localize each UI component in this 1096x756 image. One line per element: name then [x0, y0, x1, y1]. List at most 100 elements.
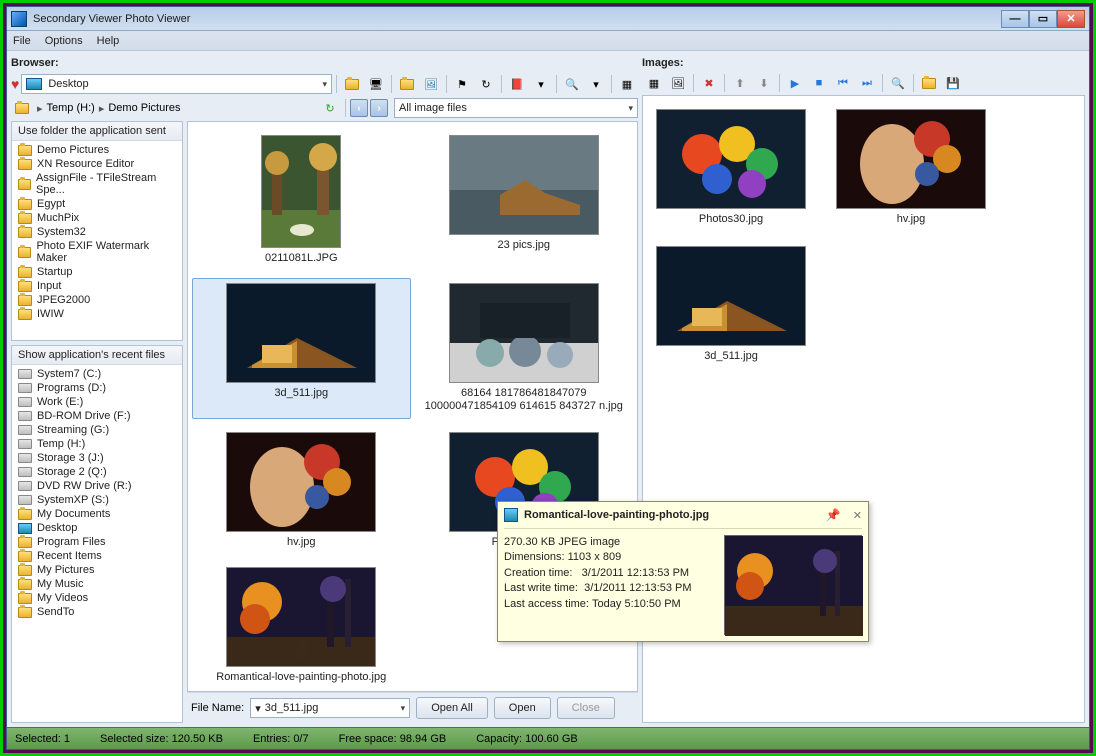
folder-item[interactable]: Input — [12, 279, 182, 293]
thumbnail-label: 68164 181786481847079 100000471854109 61… — [424, 387, 624, 413]
menu-options[interactable]: Options — [45, 35, 83, 47]
move-down-icon[interactable]: ⬇ — [753, 72, 775, 94]
recent-item[interactable]: My Pictures — [12, 563, 182, 577]
refresh-dark-icon[interactable]: ↻ — [475, 73, 497, 95]
nav-back-button[interactable]: ‹ — [350, 99, 368, 117]
menu-help[interactable]: Help — [97, 35, 120, 47]
picture-icon[interactable]: 🖼 — [420, 73, 442, 95]
move-up-icon[interactable]: ⬆ — [729, 72, 751, 94]
folder-icon — [18, 593, 32, 604]
recent-item[interactable]: Program Files — [12, 535, 182, 549]
filter-combo[interactable]: All image files ▾ — [394, 98, 638, 118]
thumbnail-item[interactable]: hv.jpg — [192, 427, 411, 554]
path-seg-2[interactable]: Demo Pictures — [108, 102, 180, 114]
tooltip-close-icon[interactable]: ✕ — [853, 509, 862, 522]
folder-icon — [18, 213, 32, 224]
folder-icon — [18, 159, 32, 170]
recent-item[interactable]: Recent Items — [12, 549, 182, 563]
folder-item[interactable]: Startup — [12, 265, 182, 279]
close-file-button[interactable]: Close — [557, 697, 615, 719]
recent-item[interactable]: My Music — [12, 577, 182, 591]
folder-label: IWIW — [37, 308, 64, 320]
image-item[interactable]: hv.jpg — [831, 104, 991, 231]
thumbnail-item[interactable]: Romantical-love-painting-photo.jpg — [192, 562, 411, 689]
close-button[interactable]: ✕ — [1057, 10, 1085, 28]
view-icon[interactable]: ▦ — [616, 73, 638, 95]
folder-item[interactable]: JPEG2000 — [12, 293, 182, 307]
folder-item[interactable]: XN Resource Editor — [12, 157, 182, 171]
dropdown2-icon[interactable]: ▾ — [585, 73, 607, 95]
recent-item[interactable]: My Videos — [12, 591, 182, 605]
last-icon[interactable]: ⏭ — [856, 72, 878, 94]
recent-item[interactable]: SendTo — [12, 605, 182, 619]
menu-file[interactable]: File — [13, 35, 31, 47]
flag-icon[interactable]: ⚑ — [451, 73, 473, 95]
drive-icon — [18, 369, 32, 379]
folder-item[interactable]: IWIW — [12, 307, 182, 321]
refresh-icon[interactable]: ↻ — [319, 97, 341, 119]
nav-forward-button[interactable]: › — [370, 99, 388, 117]
favorite-icon[interactable]: ♥ — [11, 76, 19, 92]
recent-item[interactable]: Streaming (G:) — [12, 423, 182, 437]
dropdown-icon[interactable]: ▾ — [530, 73, 552, 95]
recent-label: My Videos — [37, 592, 88, 604]
image-preview — [836, 109, 986, 209]
pin-icon[interactable]: 📌 — [826, 508, 841, 522]
folder-item[interactable]: System32 — [12, 225, 182, 239]
recent-label: Work (E:) — [37, 396, 83, 408]
location-combo[interactable]: Desktop ▾ — [21, 74, 332, 94]
folder-item[interactable]: AssignFile - TFileStream Spe... — [12, 171, 182, 197]
recent-item[interactable]: Desktop — [12, 521, 182, 535]
thumbnail-label: hv.jpg — [287, 536, 316, 549]
recent-item[interactable]: SystemXP (S:) — [12, 493, 182, 507]
folder-item[interactable]: MuchPix — [12, 211, 182, 225]
folder-item[interactable]: Photo EXIF Watermark Maker — [12, 239, 182, 265]
open-button[interactable]: Open — [494, 697, 551, 719]
recent-item[interactable]: DVD RW Drive (R:) — [12, 479, 182, 493]
folder-item[interactable]: Egypt — [12, 197, 182, 211]
title-bar[interactable]: Secondary Viewer Photo Viewer ― ▭ ✕ — [7, 7, 1089, 31]
thumbnail-item[interactable]: 3d_511.jpg — [192, 278, 411, 418]
play-icon[interactable]: ▶ — [784, 72, 806, 94]
stop-icon[interactable]: ■ — [808, 72, 830, 94]
search-icon[interactable]: 🔍 — [887, 72, 909, 94]
thumbnail-item[interactable]: 23 pics.jpg — [415, 130, 634, 270]
recent-item[interactable]: Programs (D:) — [12, 381, 182, 395]
thumbnail-image — [449, 135, 599, 235]
zoom-icon[interactable]: 🔍 — [561, 73, 583, 95]
recent-label: Streaming (G:) — [37, 424, 109, 436]
recent-item[interactable]: Storage 2 (Q:) — [12, 465, 182, 479]
picture-view-icon[interactable]: 🖼 — [667, 72, 689, 94]
folder-open-icon[interactable] — [918, 72, 940, 94]
minimize-button[interactable]: ― — [1001, 10, 1029, 28]
recent-item[interactable]: System7 (C:) — [12, 367, 182, 381]
folder-item[interactable]: Demo Pictures — [12, 143, 182, 157]
delete-icon[interactable]: ✖ — [698, 72, 720, 94]
recent-item[interactable]: My Documents — [12, 507, 182, 521]
save-icon[interactable]: 💾 — [942, 72, 964, 94]
filter-text: All image files — [399, 102, 467, 114]
recent-item[interactable]: Work (E:) — [12, 395, 182, 409]
image-item[interactable]: Photos30.jpg — [651, 104, 811, 231]
image-item[interactable]: 3d_511.jpg — [651, 241, 811, 368]
maximize-button[interactable]: ▭ — [1029, 10, 1057, 28]
folders-header: Use folder the application sent — [12, 122, 182, 141]
thumbnail-item[interactable]: 0211081L.JPG — [192, 130, 411, 270]
computer-icon[interactable]: 🖥 — [365, 73, 387, 95]
folder-icon — [18, 565, 32, 576]
open-all-button[interactable]: Open All — [416, 697, 488, 719]
folders-list: Demo PicturesXN Resource EditorAssignFil… — [12, 141, 182, 323]
image-label: Photos30.jpg — [699, 213, 763, 226]
grid-view-icon[interactable]: ▦ — [643, 72, 665, 94]
recent-item[interactable]: Temp (H:) — [12, 437, 182, 451]
recent-item[interactable]: Storage 3 (J:) — [12, 451, 182, 465]
book-icon[interactable]: 📕 — [506, 73, 528, 95]
folder-root-icon[interactable] — [11, 97, 33, 119]
folder-up-icon[interactable] — [396, 73, 418, 95]
first-icon[interactable]: ⏮ — [832, 72, 854, 94]
recent-item[interactable]: BD-ROM Drive (F:) — [12, 409, 182, 423]
thumbnail-item[interactable]: 68164 181786481847079 100000471854109 61… — [415, 278, 634, 418]
file-name-combo[interactable]: ▾ 3d_511.jpg ▾ — [250, 698, 410, 718]
path-seg-1[interactable]: Temp (H:) — [47, 102, 95, 114]
open-folder-icon[interactable] — [341, 73, 363, 95]
